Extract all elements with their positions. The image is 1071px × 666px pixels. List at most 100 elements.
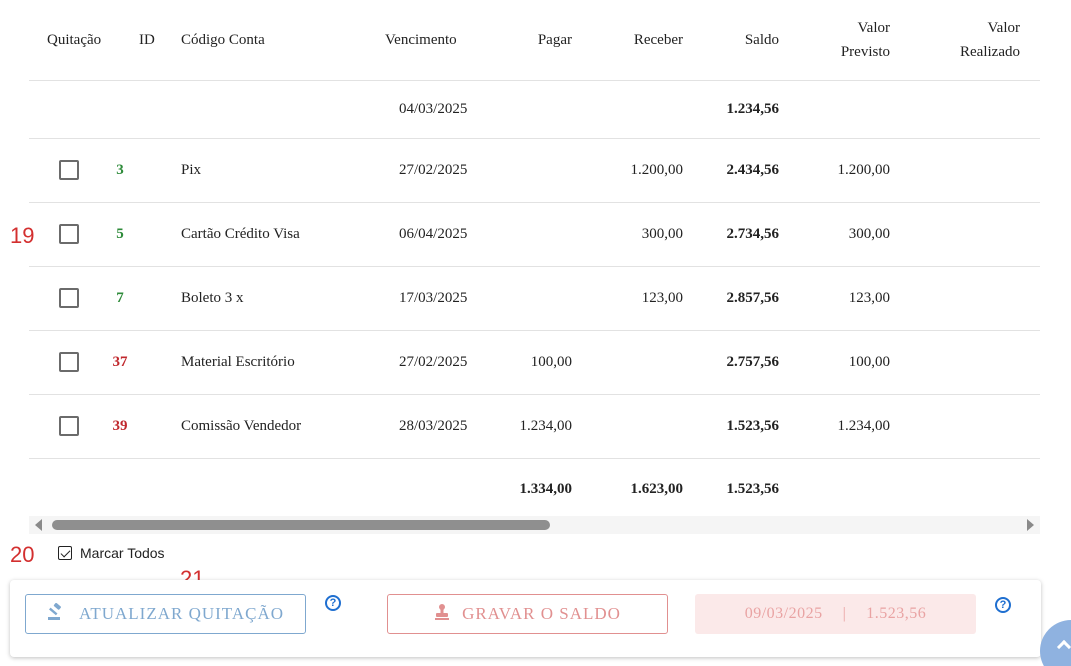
header-id[interactable]: ID (111, 0, 181, 81)
stamp-icon (434, 603, 450, 626)
header-pagar[interactable]: Pagar (471, 0, 582, 81)
gravar-saldo-label: GRAVAR O SALDO (462, 604, 621, 623)
row-id: 3 (111, 138, 181, 203)
gravar-saldo-button[interactable]: GRAVAR O SALDO (387, 594, 668, 634)
gavel-icon (47, 602, 67, 626)
header-saldo[interactable]: Saldo (693, 0, 789, 81)
accounts-table-container: Quitação ID Código Conta Vencimento Paga… (29, 0, 1040, 516)
table-row: 7 Boleto 3 x 17/03/2025 123,00 2.857,56 … (29, 266, 1040, 331)
total-saldo: 1.523,56 (726, 480, 780, 497)
saldo-value: 1.523,56 (866, 605, 927, 622)
row-id: 37 (111, 330, 181, 395)
table-cell (789, 80, 900, 139)
horizontal-scrollbar[interactable] (29, 516, 1040, 534)
scroll-left-arrow-icon[interactable] (35, 519, 42, 531)
row-receber: 1.200,00 (582, 138, 693, 203)
quitacao-checkbox[interactable] (59, 160, 79, 180)
row-vencimento: 17/03/2025 (343, 266, 471, 331)
header-valor-previsto-line1: Valor (857, 19, 891, 36)
saldo-date: 09/03/2025 (744, 605, 823, 622)
row-vencimento: 27/02/2025 (343, 330, 471, 395)
quitacao-cell (29, 202, 111, 267)
row-pagar (471, 202, 582, 267)
annotation-marker-20: 20 (10, 542, 35, 567)
table-row: 5 Cartão Crédito Visa 06/04/2025 300,00 … (29, 202, 1040, 267)
table-cell (582, 80, 693, 139)
opening-balance-row: 04/03/2025 1.234,56 (29, 80, 1040, 139)
total-receber: 1.623,00 (630, 480, 684, 497)
quitacao-cell (29, 330, 111, 395)
header-valor-realizado-line1: Valor (987, 19, 1021, 36)
quitacao-checkbox[interactable] (59, 416, 79, 436)
total-pagar: 1.334,00 (519, 480, 573, 497)
row-saldo: 2.734,56 (693, 202, 789, 267)
help-icon[interactable]: ? (995, 597, 1011, 613)
table-cell (343, 458, 471, 516)
row-receber (582, 330, 693, 395)
marcar-todos-control[interactable]: Marcar Todos (58, 545, 165, 561)
opening-vencimento: 04/03/2025 (343, 80, 471, 139)
row-realizado (900, 266, 1040, 331)
row-realizado (900, 394, 1040, 459)
row-vencimento: 06/04/2025 (343, 202, 471, 267)
opening-saldo: 1.234,56 (693, 80, 789, 139)
row-saldo: 2.857,56 (693, 266, 789, 331)
table-cell (471, 80, 582, 139)
totals-row: 1.334,00 1.623,00 1.523,56 (29, 458, 1040, 516)
row-id: 39 (111, 394, 181, 459)
row-previsto: 1.200,00 (789, 138, 900, 203)
header-quitacao[interactable]: Quitação (29, 0, 111, 81)
table-row: 3 Pix 27/02/2025 1.200,00 2.434,56 1.200… (29, 138, 1040, 203)
table-cell (900, 458, 1040, 516)
marcar-todos-label: Marcar Todos (80, 545, 165, 561)
table-row: 39 Comissão Vendedor 28/03/2025 1.234,00… (29, 394, 1040, 459)
chevron-up-icon (1056, 639, 1071, 655)
quitacao-cell (29, 266, 111, 331)
row-vencimento: 27/02/2025 (343, 138, 471, 203)
row-codigo: Cartão Crédito Visa (181, 202, 343, 267)
row-realizado (900, 330, 1040, 395)
table-cell (181, 458, 343, 516)
row-realizado (900, 138, 1040, 203)
annotation-marker-19: 19 (10, 223, 35, 248)
row-previsto: 100,00 (789, 330, 900, 395)
quitacao-checkbox[interactable] (59, 352, 79, 372)
row-id: 5 (111, 202, 181, 267)
quitacao-checkbox[interactable] (59, 288, 79, 308)
row-id: 7 (111, 266, 181, 331)
header-codigo-conta[interactable]: Código Conta (181, 0, 343, 81)
table-cell (29, 458, 111, 516)
saldo-summary: 09/03/2025 | 1.523,56 (695, 594, 976, 634)
row-vencimento: 28/03/2025 (343, 394, 471, 459)
table-row: 37 Material Escritório 27/02/2025 100,00… (29, 330, 1040, 395)
scrollbar-thumb[interactable] (52, 520, 550, 530)
row-realizado (900, 202, 1040, 267)
row-pagar: 100,00 (471, 330, 582, 395)
header-valor-realizado-line2: Realizado (960, 43, 1020, 60)
header-valor-realizado[interactable]: Valor Realizado (900, 0, 1040, 81)
quitacao-cell (29, 138, 111, 203)
header-valor-previsto[interactable]: Valor Previsto (789, 0, 900, 81)
row-previsto: 300,00 (789, 202, 900, 267)
row-saldo: 1.523,56 (693, 394, 789, 459)
row-saldo: 2.434,56 (693, 138, 789, 203)
row-codigo: Boleto 3 x (181, 266, 343, 331)
header-receber[interactable]: Receber (582, 0, 693, 81)
help-icon[interactable]: ? (325, 595, 341, 611)
atualizar-quitacao-label: ATUALIZAR QUITAÇÃO (78, 604, 285, 623)
scroll-right-arrow-icon[interactable] (1027, 519, 1034, 531)
scroll-to-top-button[interactable] (1040, 620, 1071, 666)
row-previsto: 123,00 (789, 266, 900, 331)
header-valor-previsto-line2: Previsto (840, 43, 890, 60)
header-vencimento[interactable]: Vencimento (343, 0, 471, 81)
actions-panel: ATUALIZAR QUITAÇÃO ? GRAVAR O SALDO 09/0… (10, 580, 1041, 657)
accounts-table: Quitação ID Código Conta Vencimento Paga… (29, 0, 1040, 516)
quitacao-checkbox[interactable] (59, 224, 79, 244)
row-codigo: Comissão Vendedor (181, 394, 343, 459)
table-cell (900, 80, 1040, 139)
marcar-todos-checkbox[interactable] (58, 546, 72, 560)
table-cell (111, 458, 181, 516)
row-previsto: 1.234,00 (789, 394, 900, 459)
row-saldo: 2.757,56 (693, 330, 789, 395)
atualizar-quitacao-button[interactable]: ATUALIZAR QUITAÇÃO (25, 594, 306, 634)
